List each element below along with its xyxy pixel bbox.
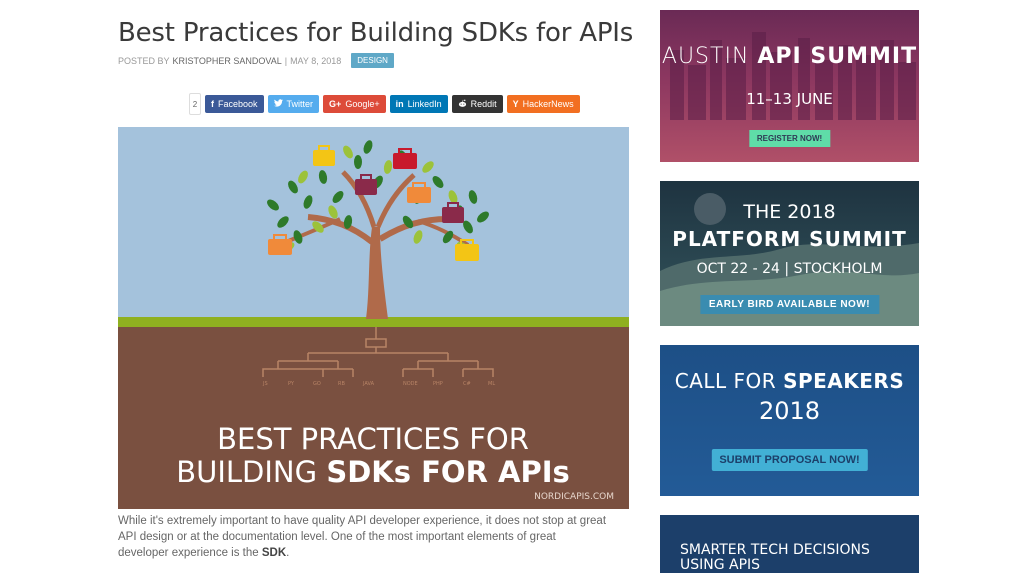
call-for-speakers-ad[interactable]: CALL FOR SPEAKERS 2018 SUBMIT PROPOSAL N… bbox=[660, 345, 919, 496]
svg-text:JAVA: JAVA bbox=[362, 381, 375, 387]
page-title: Best Practices for Building SDKs for API… bbox=[118, 18, 634, 48]
hero-title-line2: BUILDING SDKs FOR APIs bbox=[176, 455, 570, 489]
hackernews-icon: Y bbox=[512, 99, 519, 109]
ad3-title-a: CALL FOR bbox=[674, 369, 784, 393]
reddit-share-button[interactable]: Reddit bbox=[451, 95, 503, 113]
ad4-line1: SMARTER TECH DECISIONS bbox=[680, 542, 870, 558]
meta-separator: | bbox=[284, 55, 288, 66]
share-label: Facebook bbox=[218, 99, 258, 109]
ad1-title: AUSTIN API SUMMIT bbox=[660, 44, 919, 69]
hero-title-line2-a: BUILDING bbox=[176, 455, 326, 489]
submit-proposal-button[interactable]: SUBMIT PROPOSAL NOW! bbox=[711, 449, 868, 471]
facebook-share-button[interactable]: f Facebook bbox=[205, 95, 264, 113]
google-plus-share-button[interactable]: G+ Google+ bbox=[323, 95, 386, 113]
platform-summit-ad[interactable]: THE 2018 PLATFORM SUMMIT OCT 22 - 24 | S… bbox=[660, 181, 919, 326]
ad1-title-b: API SUMMIT bbox=[757, 44, 918, 69]
linkedin-icon: in bbox=[395, 99, 404, 109]
twitter-share-button[interactable]: Twitter bbox=[267, 95, 320, 113]
share-label: Twitter bbox=[286, 99, 314, 109]
linkedin-share-button[interactable]: in LinkedIn bbox=[389, 95, 448, 113]
svg-text:PY: PY bbox=[288, 381, 295, 387]
svg-text:C#: C# bbox=[463, 381, 471, 387]
ad2-year: THE 2018 bbox=[743, 201, 836, 223]
posted-by-label: POSTED BY bbox=[118, 55, 170, 66]
ad1-dates: 11–13 JUNE bbox=[746, 90, 833, 108]
share-label: HackerNews bbox=[522, 99, 574, 109]
share-count: 2 bbox=[189, 93, 201, 115]
body-line-1: While it's extremely important to have q… bbox=[118, 515, 607, 527]
ad3-title: CALL FOR SPEAKERS bbox=[660, 369, 919, 393]
post-date: MAY 8, 2018 bbox=[290, 55, 342, 66]
austin-api-summit-ad[interactable]: AUSTIN API SUMMIT 11–13 JUNE REGISTER NO… bbox=[660, 10, 919, 162]
author-link[interactable]: KRISTOPHER SANDOVAL bbox=[173, 56, 282, 66]
body-line-3: developer experience is the SDK. bbox=[118, 545, 630, 561]
twitter-icon bbox=[273, 99, 283, 109]
ad4-line2: USING APIS bbox=[680, 557, 761, 573]
hero-image: JS PY GO RB JAVA NODE PHP C# ML BEST PRACTICES … bbox=[118, 127, 629, 509]
early-bird-button[interactable]: EARLY BIRD AVAILABLE NOW! bbox=[699, 295, 880, 314]
ad2-dates: OCT 22 - 24 | STOCKHOLM bbox=[696, 261, 883, 277]
ad3-title-b: SPEAKERS bbox=[783, 369, 905, 393]
share-label: Reddit bbox=[470, 99, 497, 109]
google-plus-icon: G+ bbox=[329, 99, 342, 109]
article-body: While it's extremely important to have q… bbox=[118, 513, 630, 561]
hero-watermark: NORDICAPIS.COM bbox=[534, 492, 614, 502]
svg-text:RB: RB bbox=[338, 381, 345, 387]
ad3-year: 2018 bbox=[758, 397, 821, 425]
reddit-icon bbox=[458, 99, 467, 110]
svg-text:JS: JS bbox=[262, 381, 268, 387]
category-tag[interactable]: DESIGN bbox=[351, 53, 394, 68]
body-line-3-a: developer experience is the bbox=[118, 547, 262, 559]
svg-text:GO: GO bbox=[313, 381, 321, 387]
share-label: Google+ bbox=[345, 99, 380, 109]
share-label: LinkedIn bbox=[407, 99, 442, 109]
hero-title-line1: BEST PRACTICES FOR bbox=[217, 422, 529, 456]
hackernews-share-button[interactable]: Y HackerNews bbox=[506, 95, 580, 113]
body-line-3-c: . bbox=[286, 547, 290, 559]
ad1-title-a: AUSTIN bbox=[661, 44, 758, 69]
tree-illustration: JS PY GO RB JAVA NODE PHP C# ML BEST PRACTICES … bbox=[118, 127, 629, 509]
register-now-button[interactable]: REGISTER NOW! bbox=[748, 130, 831, 147]
share-bar: 2 f Facebook Twitter G+ Google+ in Linke… bbox=[189, 93, 580, 115]
post-meta: POSTED BY KRISTOPHER SANDOVAL | MAY 8, 2… bbox=[118, 53, 394, 68]
svg-text:ML: ML bbox=[488, 381, 495, 387]
svg-text:NODE: NODE bbox=[403, 381, 418, 387]
hero-title-line2-b: SDKs FOR APIs bbox=[326, 455, 569, 489]
svg-text:PHP: PHP bbox=[433, 381, 443, 387]
ad2-title: PLATFORM SUMMIT bbox=[672, 227, 907, 251]
body-line-2: API design or at the documentation level… bbox=[118, 531, 556, 543]
tech-decisions-ad[interactable]: SMARTER TECH DECISIONS USING APIS bbox=[660, 515, 919, 573]
sdk-link[interactable]: SDK bbox=[262, 547, 286, 559]
facebook-icon: f bbox=[211, 99, 214, 109]
